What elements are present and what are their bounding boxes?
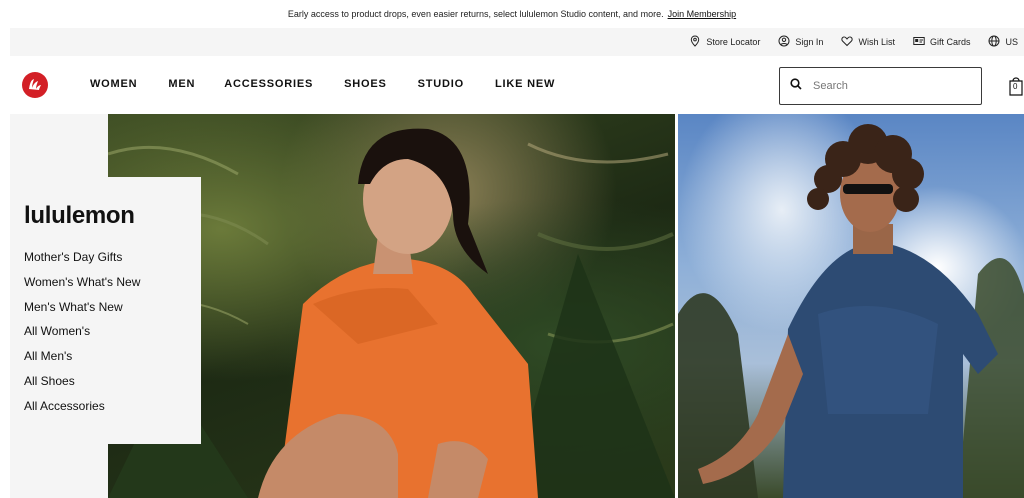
panel-link-all-shoes[interactable]: All Shoes (24, 373, 140, 398)
hero-image-men[interactable] (678, 114, 1024, 498)
search-input[interactable] (811, 79, 961, 93)
panel-link-list: Mother's Day Gifts Women's What's New Me… (24, 249, 140, 423)
search-icon (790, 77, 802, 95)
announcement-text: Early access to product drops, even easi… (287, 9, 664, 19)
panel-link-womens-whats-new[interactable]: Women's What's New (24, 274, 140, 299)
location-pin-icon (689, 35, 701, 49)
nav-item-men[interactable]: MEN (168, 78, 195, 90)
nav-item-women[interactable]: WOMEN (90, 78, 137, 90)
sign-in-label: Sign In (795, 37, 824, 47)
user-icon (778, 35, 790, 49)
panel-link-mothers-day-gifts[interactable]: Mother's Day Gifts (24, 249, 140, 274)
wish-list-label: Wish List (858, 37, 895, 47)
bag-count: 0 (1013, 82, 1018, 91)
utility-bar: Store Locator Sign In Wish List Gift Car… (10, 28, 1024, 56)
nav-item-accessories[interactable]: ACCESSORIES (224, 78, 313, 90)
store-locator-link[interactable]: Store Locator (689, 35, 760, 49)
sign-in-link[interactable]: Sign In (778, 35, 823, 49)
country-label: US (1005, 37, 1018, 47)
panel-link-all-womens[interactable]: All Women's (24, 323, 140, 348)
join-membership-link[interactable]: Join Membership (668, 9, 737, 19)
wish-list-link[interactable]: Wish List (841, 35, 895, 49)
nav-item-studio[interactable]: STUDIO (418, 78, 464, 90)
announcement-bar: Early access to product drops, even easi… (0, 0, 1024, 28)
panel-link-mens-whats-new[interactable]: Men's What's New (24, 299, 140, 324)
gift-cards-label: Gift Cards (929, 37, 971, 47)
heart-icon (841, 35, 854, 49)
nav-item-shoes[interactable]: SHOES (344, 78, 387, 90)
shopping-bag-button[interactable]: 0 (1008, 74, 1024, 96)
panel-link-all-mens[interactable]: All Men's (24, 348, 140, 373)
category-nav: WOMEN MEN ACCESSORIES SHOES STUDIO LIKE … (90, 78, 555, 90)
country-selector[interactable]: US (988, 35, 1018, 49)
nav-item-like-new[interactable]: LIKE NEW (495, 78, 555, 90)
globe-icon (988, 35, 1000, 49)
panel-link-all-accessories[interactable]: All Accessories (24, 398, 140, 423)
gift-card-icon (913, 35, 925, 49)
store-locator-label: Store Locator (706, 37, 761, 47)
main-navigation: WOMEN MEN ACCESSORIES SHOES STUDIO LIKE … (0, 56, 1024, 114)
panel-brand-title: lululemon (24, 202, 135, 229)
gift-cards-link[interactable]: Gift Cards (913, 35, 971, 49)
search-box[interactable] (779, 67, 982, 105)
lululemon-logo-icon[interactable] (22, 72, 48, 98)
